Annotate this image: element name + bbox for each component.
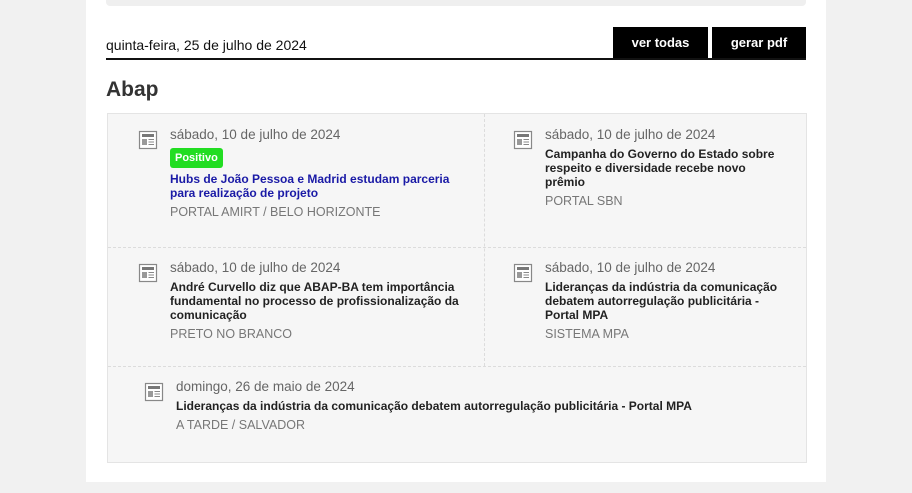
date-header: quinta-feira, 25 de julho de 2024 ver to… — [106, 27, 806, 60]
view-all-button[interactable]: ver todas — [613, 27, 708, 58]
newspaper-icon — [138, 130, 158, 150]
news-grid: sábado, 10 de julho de 2024 Positivo Hub… — [107, 113, 807, 463]
news-date: sábado, 10 de julho de 2024 — [545, 127, 716, 142]
news-headline-link[interactable]: Hubs de João Pessoa e Madrid estudam par… — [170, 172, 460, 200]
news-date: domingo, 26 de maio de 2024 — [176, 379, 355, 394]
row-divider — [108, 247, 806, 248]
news-date: sábado, 10 de julho de 2024 — [170, 260, 341, 275]
news-source: PORTAL AMIRT / BELO HORIZONTE — [170, 205, 381, 219]
newspaper-icon — [513, 263, 533, 283]
column-divider — [484, 114, 485, 366]
clipping-card: quinta-feira, 25 de julho de 2024 ver to… — [86, 0, 826, 482]
newspaper-icon — [513, 130, 533, 150]
news-headline[interactable]: Campanha do Governo do Estado sobre resp… — [545, 147, 785, 189]
news-source: PORTAL SBN — [545, 194, 623, 208]
news-headline[interactable]: Lideranças da indústria da comunicação d… — [545, 280, 781, 322]
news-source: SISTEMA MPA — [545, 327, 629, 341]
generate-pdf-button[interactable]: gerar pdf — [712, 27, 806, 58]
news-date: sábado, 10 de julho de 2024 — [170, 127, 341, 142]
section-title: Abap — [106, 78, 159, 101]
news-date: sábado, 10 de julho de 2024 — [545, 260, 716, 275]
news-headline[interactable]: Lideranças da indústria da comunicação d… — [176, 399, 766, 413]
news-headline[interactable]: André Curvello diz que ABAP-BA tem impor… — [170, 280, 462, 322]
row-divider — [108, 366, 806, 367]
news-source: PRETO NO BRANCO — [170, 327, 293, 341]
newspaper-icon — [138, 263, 158, 283]
newspaper-icon — [144, 382, 164, 402]
sentiment-badge: Positivo — [170, 148, 223, 168]
top-panel-edge — [106, 0, 806, 6]
news-source: A TARDE / SALVADOR — [176, 418, 305, 432]
report-date: quinta-feira, 25 de julho de 2024 — [106, 37, 307, 53]
